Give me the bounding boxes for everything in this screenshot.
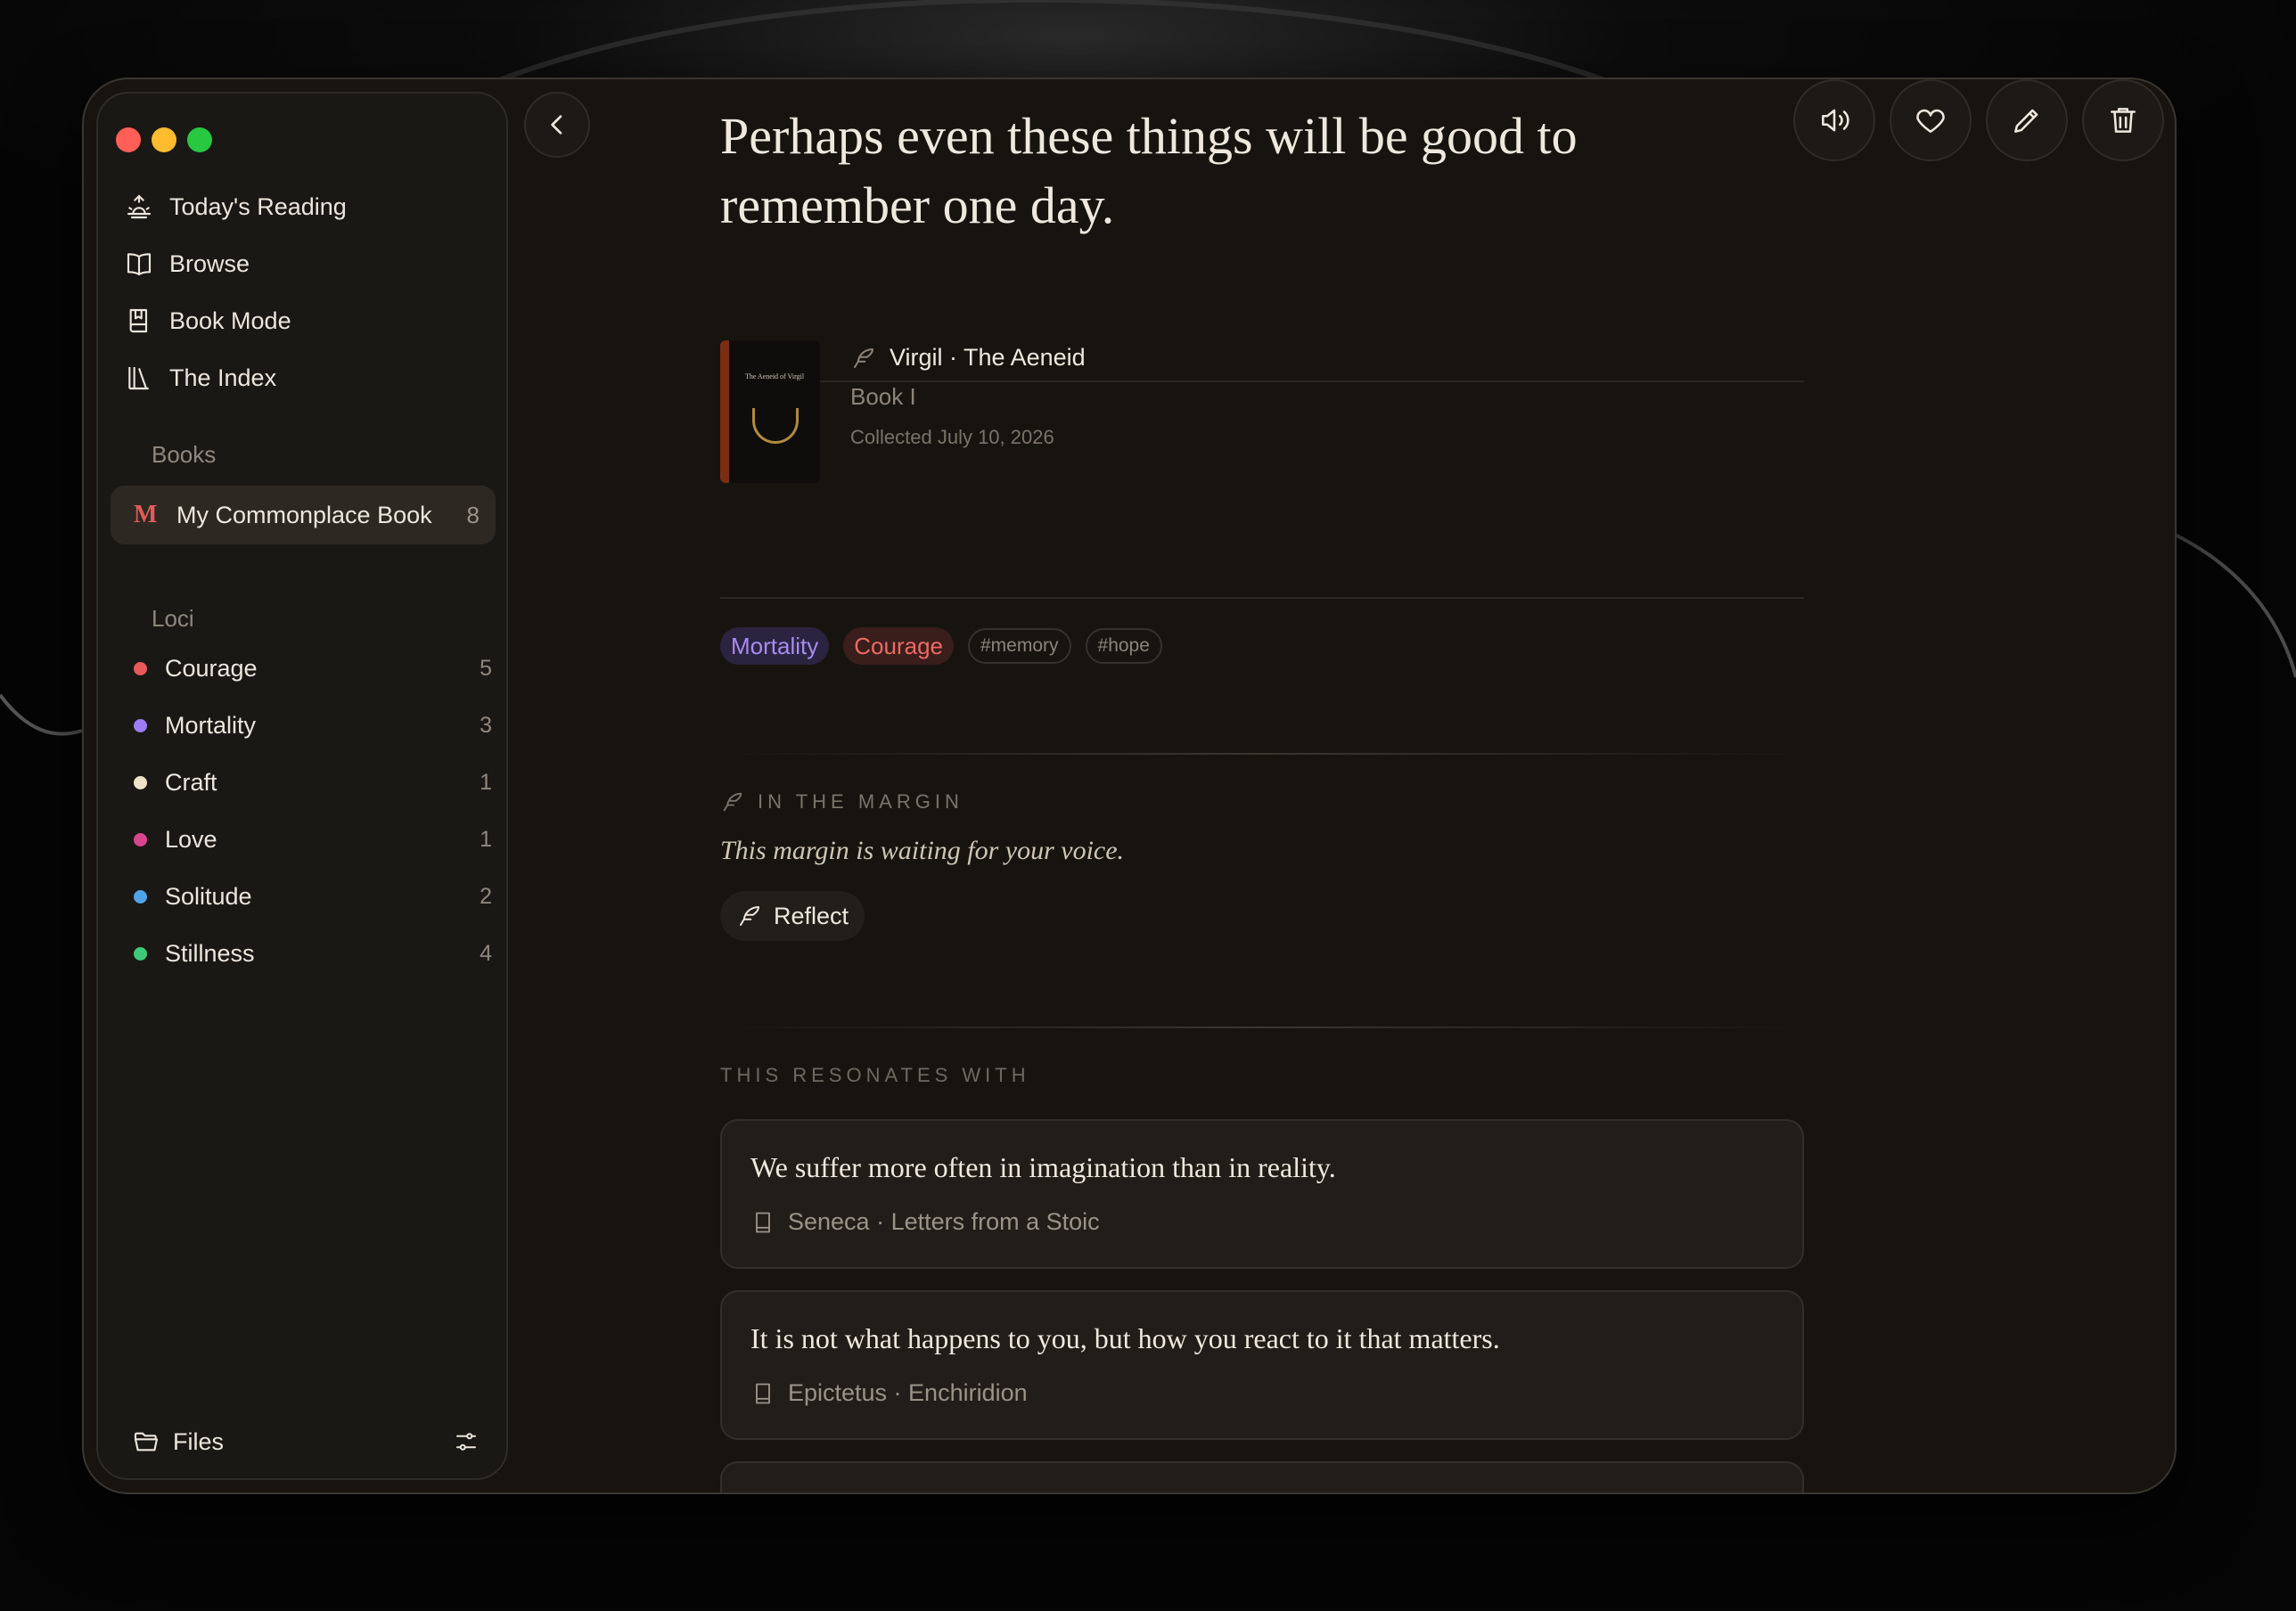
divider	[720, 380, 1804, 382]
resonates-source-text: Seneca · Letters from a Stoic	[788, 1208, 1100, 1235]
feather-icon	[740, 906, 759, 926]
feather-icon	[854, 348, 873, 368]
author-work: Virgil · The Aeneid	[890, 344, 1086, 371]
tag-memory[interactable]: #memory	[967, 628, 1071, 664]
tag-courage[interactable]: Courage	[843, 627, 954, 665]
app-window: Today's Reading Browse Book Mode The Ind…	[82, 78, 2177, 1494]
divider	[720, 753, 1804, 755]
collected-date: Collected July 10, 2026	[850, 426, 1054, 448]
resonates-quote: We suffer more often in imagination than…	[750, 1151, 1336, 1183]
tag-hope[interactable]: #hope	[1085, 628, 1162, 664]
tag-list: Mortality Courage #memory #hope	[720, 627, 1162, 665]
quote-text: Perhaps even these things will be good t…	[720, 107, 1578, 234]
cover-title: The Aeneid of Virgil	[744, 372, 805, 380]
margin-heading: IN THE MARGIN	[720, 789, 964, 814]
reflect-label: Reflect	[774, 902, 849, 929]
resonates-source-text: Epictetus · Enchiridion	[788, 1379, 1028, 1406]
book-icon	[756, 1212, 770, 1232]
cover-emblem	[752, 408, 799, 444]
resonates-card[interactable]: We suffer more often in imagination than…	[720, 1119, 1804, 1269]
resonates-card[interactable]: It is not what happens to you, but how y…	[720, 1290, 1804, 1440]
feather-icon	[723, 792, 742, 812]
resonates-card-partial[interactable]	[720, 1461, 1804, 1492]
margin-heading-text: IN THE MARGIN	[758, 790, 964, 813]
divider	[720, 597, 1804, 599]
reflect-button[interactable]: Reflect	[720, 891, 865, 941]
quote-source[interactable]: Virgil · The Aeneid	[850, 344, 1086, 372]
divider	[720, 1026, 1804, 1028]
book-section: Book I	[850, 383, 916, 410]
tag-mortality[interactable]: Mortality	[720, 627, 830, 665]
resonates-quote: It is not what happens to you, but how y…	[750, 1322, 1500, 1354]
book-icon	[756, 1383, 770, 1403]
resonates-source: Seneca · Letters from a Stoic	[750, 1208, 1100, 1236]
resonates-source: Epictetus · Enchiridion	[750, 1379, 1028, 1407]
book-cover[interactable]: The Aeneid of Virgil	[720, 340, 820, 483]
margin-placeholder[interactable]: This margin is waiting for your voice.	[720, 836, 1124, 866]
resonates-heading: THIS RESONATES WITH	[720, 1064, 1030, 1086]
